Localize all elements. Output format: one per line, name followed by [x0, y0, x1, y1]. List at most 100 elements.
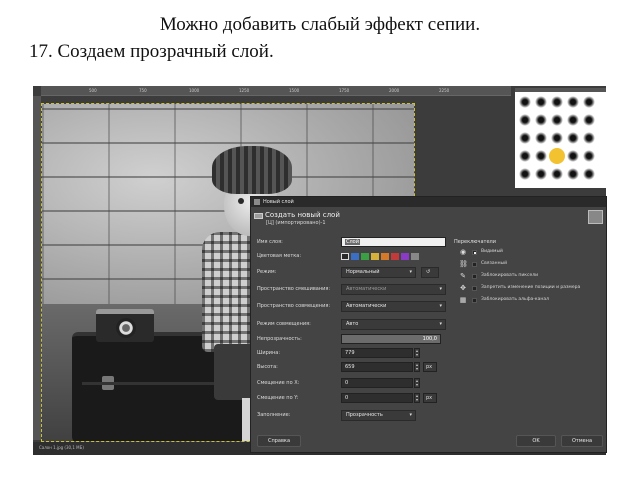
cancel-button[interactable]: Отмена [561, 435, 603, 447]
dialog-titlebar[interactable]: Новый слой [251, 197, 606, 207]
size-unit-select[interactable]: px [423, 362, 437, 372]
ruler-vertical [33, 96, 41, 440]
fill-value: Прозрачность [346, 412, 383, 418]
chain-icon: ⛓ [459, 260, 468, 268]
brush-preset[interactable] [583, 132, 595, 144]
composite-mode-value: Авто [346, 321, 359, 327]
brush-preset[interactable] [583, 96, 595, 108]
brush-preset[interactable] [551, 96, 563, 108]
color-tag-none[interactable] [341, 253, 349, 260]
brush-preset-selected[interactable] [549, 148, 565, 164]
brush-preset[interactable] [535, 150, 547, 162]
mode-reset-button[interactable]: ↺ [421, 267, 439, 278]
brush-preset[interactable] [535, 132, 547, 144]
offset-x-input[interactable]: 0 [341, 378, 413, 388]
switch-lock-alpha-label: Заблокировать альфа-канал [481, 297, 549, 302]
slide-heading-line2: 17. Создаем прозрачный слой. [29, 41, 274, 62]
offset-x-spinner[interactable]: ▴ ▾ [414, 378, 420, 388]
ruler-tick: 2000 [389, 88, 400, 93]
color-tag-label: Цветовая метка: [257, 253, 302, 259]
mode-select[interactable]: Нормальный ▾ [341, 267, 416, 278]
dialog-header-subtitle: [Ц] (импортировано)-1 [266, 220, 326, 226]
height-label: Высота: [257, 364, 278, 370]
chevron-down-icon: ▾ [439, 321, 442, 327]
color-tag-violet[interactable] [401, 253, 409, 260]
brush-preset[interactable] [567, 150, 579, 162]
brush-preset[interactable] [551, 114, 563, 126]
color-tag-blue[interactable] [351, 253, 359, 260]
color-tag-green[interactable] [361, 253, 369, 260]
brush-preset[interactable] [551, 132, 563, 144]
checker-icon: ▦ [459, 296, 467, 304]
photo-camera-lens [116, 318, 136, 338]
brush-preset[interactable] [519, 132, 531, 144]
color-tag-red[interactable] [391, 253, 399, 260]
switch-linked-checkbox[interactable] [472, 262, 477, 267]
switch-lock-pixels-checkbox[interactable] [472, 274, 477, 279]
ruler-tick: 750 [139, 88, 147, 93]
new-layer-icon [254, 213, 263, 219]
layer-name-label: Имя слоя: [257, 239, 283, 245]
opacity-label: Непрозрачность: [257, 336, 302, 342]
ruler-horizontal: 500 750 1000 1250 1500 1750 2000 2250 [41, 86, 511, 96]
brush-preset[interactable] [535, 114, 547, 126]
brush-preset[interactable] [535, 96, 547, 108]
brush-preset[interactable] [583, 168, 595, 180]
reset-icon: ↺ [426, 269, 431, 275]
fill-select[interactable]: Прозрачность ▾ [341, 410, 416, 421]
brush-preset[interactable] [567, 168, 579, 180]
layer-icon [254, 199, 260, 205]
color-tag-gray[interactable] [411, 253, 419, 260]
brushes-panel[interactable] [515, 92, 606, 188]
brush-preset[interactable] [567, 132, 579, 144]
color-tag-yellow[interactable] [371, 253, 379, 260]
composite-mode-select[interactable]: Авто ▾ [341, 319, 446, 330]
switch-linked-label: Связанный [481, 261, 508, 266]
composite-space-value: Автоматически [346, 303, 387, 309]
offset-unit-select[interactable]: px [423, 393, 437, 403]
photo-suitcase-lock [102, 376, 114, 390]
brush-preset[interactable] [519, 150, 531, 162]
brush-preset[interactable] [567, 96, 579, 108]
offset-y-spinner[interactable]: ▴ ▾ [414, 393, 420, 403]
layer-name-value: Слой [345, 239, 360, 245]
switches-heading: Переключатели [454, 239, 496, 245]
switch-lock-position-checkbox[interactable] [472, 286, 477, 291]
brush-preset[interactable] [583, 150, 595, 162]
offset-y-input[interactable]: 0 [341, 393, 413, 403]
brush-preset[interactable] [535, 168, 547, 180]
height-input[interactable]: 659 [341, 362, 413, 372]
ruler-tick: 1250 [239, 88, 250, 93]
brush-preset[interactable] [583, 114, 595, 126]
color-tag-orange[interactable] [381, 253, 389, 260]
ok-button[interactable]: OK [516, 435, 556, 447]
brush-preset[interactable] [519, 168, 531, 180]
ruler-tick: 1000 [189, 88, 200, 93]
size-unit-value: px [426, 364, 433, 370]
width-spinner[interactable]: ▴ ▾ [414, 348, 420, 358]
layer-name-input[interactable]: Слой [341, 237, 446, 247]
switch-lock-alpha-checkbox[interactable] [472, 298, 477, 303]
ruler-tick: 2250 [439, 88, 450, 93]
brush-preset[interactable] [567, 114, 579, 126]
blend-space-select[interactable]: Автоматически ▾ [341, 284, 446, 295]
brush-preset[interactable] [551, 168, 563, 180]
brush-icon: ✎ [460, 272, 466, 280]
height-spinner[interactable]: ▴ ▾ [414, 362, 420, 372]
chevron-down-icon: ▾ [439, 286, 442, 292]
brush-preset[interactable] [519, 96, 531, 108]
width-input[interactable]: 779 [341, 348, 413, 358]
offset-x-label: Смещение по X: [257, 380, 300, 386]
move-icon: ✥ [460, 284, 466, 292]
switch-visible-label: Видимый [481, 249, 503, 254]
blend-space-value: Автоматически [346, 286, 387, 292]
composite-space-select[interactable]: Автоматически ▾ [341, 301, 446, 312]
new-layer-dialog: Новый слой Создать новый слой [Ц] (импор… [250, 196, 607, 453]
photo-child-cap [212, 146, 292, 194]
brush-preset[interactable] [519, 114, 531, 126]
switch-visible-checkbox[interactable] [472, 250, 477, 255]
help-button[interactable]: Справка [257, 435, 301, 447]
chevron-down-icon: ▾ [409, 412, 412, 418]
opacity-slider[interactable]: 100,0 [341, 334, 441, 344]
switch-lock-position-label: Запретить изменение позиции и размера [481, 285, 581, 290]
